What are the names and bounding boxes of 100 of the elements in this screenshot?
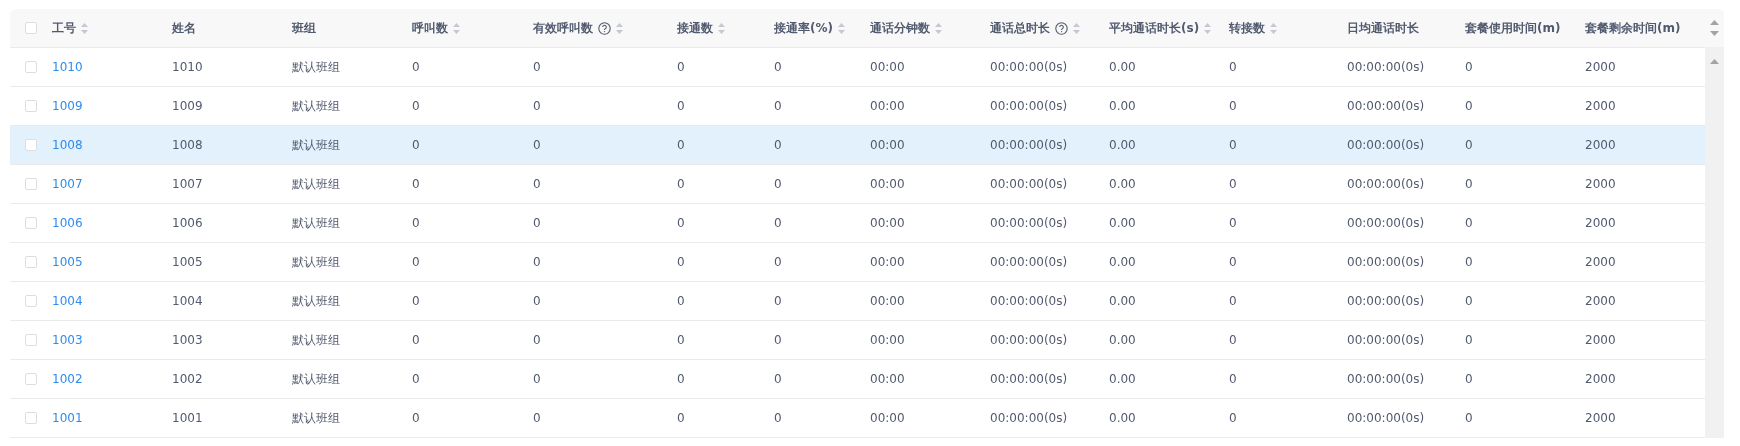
row-checkbox[interactable] — [25, 373, 37, 385]
agent-id-link[interactable]: 1009 — [52, 99, 83, 113]
column-header[interactable]: 接通数 — [677, 19, 725, 37]
table-cell: 0 — [774, 294, 782, 308]
table-cell: 00:00:00(0s) — [990, 216, 1068, 230]
table-cell: 0 — [1465, 333, 1473, 347]
row-checkbox[interactable] — [25, 100, 37, 112]
table-cell: 00:00:00(0s) — [1347, 99, 1425, 113]
help-icon — [598, 21, 611, 35]
table-cell: 0 — [533, 333, 541, 347]
table-cell: 0 — [774, 177, 782, 191]
sort-icon[interactable] — [453, 22, 460, 34]
table-cell: 0 — [1465, 177, 1473, 191]
column-header: 套餐剩余时间(m) — [1585, 19, 1681, 37]
table-cell: 1002 — [172, 372, 203, 386]
table-cell: 0.00 — [1109, 138, 1136, 152]
row-checkbox[interactable] — [25, 334, 37, 346]
table-cell: 00:00:00(0s) — [990, 294, 1068, 308]
select-all-checkbox[interactable] — [25, 22, 37, 34]
table-cell: 1009 — [172, 99, 203, 113]
table-cell: 0 — [677, 333, 685, 347]
table-cell: 00:00:00(0s) — [1347, 255, 1425, 269]
table-cell: 0 — [1229, 177, 1237, 191]
table-cell: 2000 — [1585, 411, 1616, 425]
scroll-up-icon[interactable] — [1710, 59, 1719, 64]
table-cell: 00:00:00(0s) — [990, 177, 1068, 191]
table-cell: 0 — [412, 411, 420, 425]
table-cell: 2000 — [1585, 333, 1616, 347]
row-checkbox[interactable] — [25, 256, 37, 268]
table-cell: 00:00 — [870, 411, 905, 425]
scroll-up-icon[interactable] — [1710, 20, 1719, 25]
table-cell: 00:00:00(0s) — [990, 255, 1068, 269]
table-cell: 0 — [677, 255, 685, 269]
table-cell: 2000 — [1585, 99, 1616, 113]
table-cell: 默认班组 — [292, 136, 340, 154]
agent-id-link[interactable]: 1006 — [52, 216, 83, 230]
table-cell: 0 — [1229, 411, 1237, 425]
sort-icon[interactable] — [838, 22, 845, 34]
sort-icon[interactable] — [718, 22, 725, 34]
table-cell: 00:00:00(0s) — [990, 333, 1068, 347]
table-cell: 0 — [412, 372, 420, 386]
row-checkbox[interactable] — [25, 412, 37, 424]
agent-id-link[interactable]: 1005 — [52, 255, 83, 269]
column-header[interactable]: 通话总时长 — [990, 19, 1080, 37]
sort-icon[interactable] — [935, 22, 942, 34]
table-cell: 0 — [412, 216, 420, 230]
column-header[interactable]: 工号 — [52, 19, 88, 37]
table-cell: 0 — [774, 255, 782, 269]
sort-icon[interactable] — [1270, 22, 1277, 34]
table-cell: 0 — [774, 372, 782, 386]
table-cell: 0 — [1229, 372, 1237, 386]
table-cell: 默认班组 — [292, 331, 340, 349]
agent-id-link[interactable]: 1010 — [52, 60, 83, 74]
table-cell: 00:00 — [870, 177, 905, 191]
table-cell: 0 — [774, 60, 782, 74]
table-cell: 00:00 — [870, 138, 905, 152]
table-row[interactable]: 1008 1008 默认班组 0 0 0 0 00:00 00:00:00(0s) 0.00 0 00:00:00(0s) 0 2000 — [10, 126, 1705, 165]
agent-id-link[interactable]: 1003 — [52, 333, 83, 347]
table-cell: 0 — [677, 294, 685, 308]
row-checkbox[interactable] — [25, 139, 37, 151]
column-header[interactable]: 有效呼叫数 — [533, 19, 623, 37]
column-header: 日均通话时长 — [1347, 19, 1419, 37]
row-checkbox[interactable] — [25, 295, 37, 307]
table-cell: 0 — [412, 333, 420, 347]
column-header[interactable]: 接通率(%) — [774, 19, 845, 37]
row-checkbox[interactable] — [25, 178, 37, 190]
agent-id-link[interactable]: 1004 — [52, 294, 83, 308]
row-checkbox[interactable] — [25, 217, 37, 229]
column-header[interactable]: 通话分钟数 — [870, 19, 942, 37]
agent-id-link[interactable]: 1001 — [52, 411, 83, 425]
sort-icon[interactable] — [616, 22, 623, 34]
sort-icon[interactable] — [1204, 22, 1212, 34]
table-cell: 0 — [774, 216, 782, 230]
table-cell: 0 — [1465, 372, 1473, 386]
row-checkbox[interactable] — [25, 61, 37, 73]
column-header[interactable]: 呼叫数 — [412, 19, 460, 37]
scroll-down-icon[interactable] — [1710, 31, 1719, 36]
sort-icon[interactable] — [81, 22, 88, 34]
table-cell: 0.00 — [1109, 372, 1136, 386]
table-cell: 0 — [412, 255, 420, 269]
table-cell: 默认班组 — [292, 214, 340, 232]
table-cell: 00:00:00(0s) — [1347, 138, 1425, 152]
column-header[interactable]: 转接数 — [1229, 19, 1277, 37]
table-cell: 默认班组 — [292, 409, 340, 427]
table-cell: 0 — [533, 99, 541, 113]
table-cell: 默认班组 — [292, 175, 340, 193]
table-cell: 0 — [774, 138, 782, 152]
agent-id-link[interactable]: 1007 — [52, 177, 83, 191]
table-cell: 0 — [1465, 99, 1473, 113]
table-cell: 00:00:00(0s) — [990, 372, 1068, 386]
table-cell: 00:00:00(0s) — [1347, 411, 1425, 425]
table-cell: 0 — [1465, 411, 1473, 425]
table-cell: 1007 — [172, 177, 203, 191]
scrollbar[interactable] — [1705, 9, 1724, 438]
sort-icon[interactable] — [1073, 22, 1080, 34]
table-cell: 2000 — [1585, 216, 1616, 230]
table-cell: 2000 — [1585, 255, 1616, 269]
agent-id-link[interactable]: 1002 — [52, 372, 83, 386]
column-header[interactable]: 平均通话时长(s) — [1109, 19, 1212, 37]
table-cell: 0 — [1465, 60, 1473, 74]
